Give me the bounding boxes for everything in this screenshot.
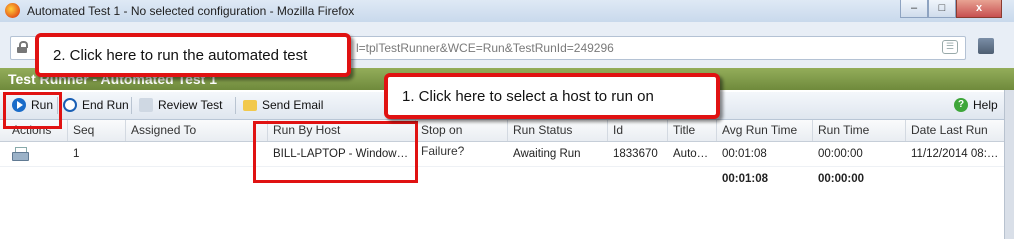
window-title: Automated Test 1 - No selected configura… — [27, 4, 355, 18]
table-row[interactable]: 1 BILL-LAPTOP - Window… Awaiting Run 183… — [0, 142, 1004, 167]
totals-row: 00:01:08 00:00:00 — [0, 167, 1004, 191]
column-header-stop-on-failure[interactable]: Stop on Failure? — [415, 120, 507, 158]
column-header-avg-run-time[interactable]: Avg Run Time — [716, 120, 812, 141]
end-run-label: End Run — [82, 98, 129, 112]
review-test-button[interactable]: Review Test — [139, 97, 222, 113]
send-email-button[interactable]: Send Email — [243, 97, 323, 113]
lock-icon — [17, 41, 28, 53]
printer-icon[interactable] — [12, 147, 29, 161]
cell-stop-on-failure[interactable] — [415, 142, 507, 166]
reader-view-icon[interactable]: ☰ — [942, 40, 958, 54]
column-header-date-last-run[interactable]: Date Last Run — [905, 120, 1004, 141]
cell-date-last-run: 11/12/2014 08:… — [911, 148, 999, 160]
review-test-label: Review Test — [158, 98, 223, 112]
callout-host-text: 1. Click here to select a host to run on — [402, 87, 654, 105]
run-button-highlight — [3, 92, 62, 129]
run-by-host-highlight — [253, 121, 418, 183]
maximize-button[interactable]: □ — [928, 0, 956, 18]
window-titlebar: Automated Test 1 - No selected configura… — [0, 0, 1014, 23]
column-header-run-status[interactable]: Run Status — [507, 120, 607, 141]
close-button[interactable]: x — [956, 0, 1002, 18]
column-header-id[interactable]: Id — [607, 120, 667, 141]
toolbar-separator — [131, 97, 132, 114]
cell-avg-run-time: 00:01:08 — [722, 148, 767, 160]
send-email-label: Send Email — [262, 98, 324, 112]
url-text: l=tplTestRunner&WCE=Run&TestRunId=249296 — [356, 41, 614, 55]
cell-title: Auto… — [673, 148, 709, 160]
right-border — [1004, 90, 1014, 239]
help-icon: ? — [954, 98, 968, 112]
firefox-icon — [5, 3, 20, 18]
total-avg-run-time: 00:01:08 — [722, 173, 769, 185]
help-button[interactable]: ? Help — [954, 97, 998, 113]
column-header-seq[interactable]: Seq — [67, 120, 125, 141]
cell-seq: 1 — [73, 148, 80, 160]
callout-run-test: 2. Click here to run the automated test — [35, 33, 351, 77]
stop-icon — [63, 98, 77, 112]
cell-assigned-to[interactable] — [125, 142, 267, 166]
callout-select-host: 1. Click here to select a host to run on — [384, 73, 720, 119]
envelope-icon — [243, 99, 257, 111]
column-header-title[interactable]: Title — [667, 120, 716, 141]
column-header-run-time[interactable]: Run Time — [812, 120, 905, 141]
minimize-button[interactable]: – — [900, 0, 928, 18]
total-run-time: 00:00:00 — [818, 173, 865, 185]
column-header-assigned-to[interactable]: Assigned To — [125, 120, 267, 141]
extension-icon[interactable] — [978, 38, 994, 54]
window-controls: – □ x — [900, 0, 1002, 18]
help-label: Help — [973, 98, 998, 112]
grid-header: Actions Seq Assigned To Run By Host Stop… — [0, 120, 1004, 158]
review-icon — [139, 98, 153, 112]
toolbar-separator — [235, 97, 236, 114]
end-run-button[interactable]: End Run — [63, 97, 129, 113]
cell-id: 1833670 — [613, 148, 658, 160]
cell-run-status: Awaiting Run — [513, 148, 581, 160]
callout-run-text: 2. Click here to run the automated test — [53, 46, 308, 64]
cell-run-time: 00:00:00 — [818, 148, 863, 160]
